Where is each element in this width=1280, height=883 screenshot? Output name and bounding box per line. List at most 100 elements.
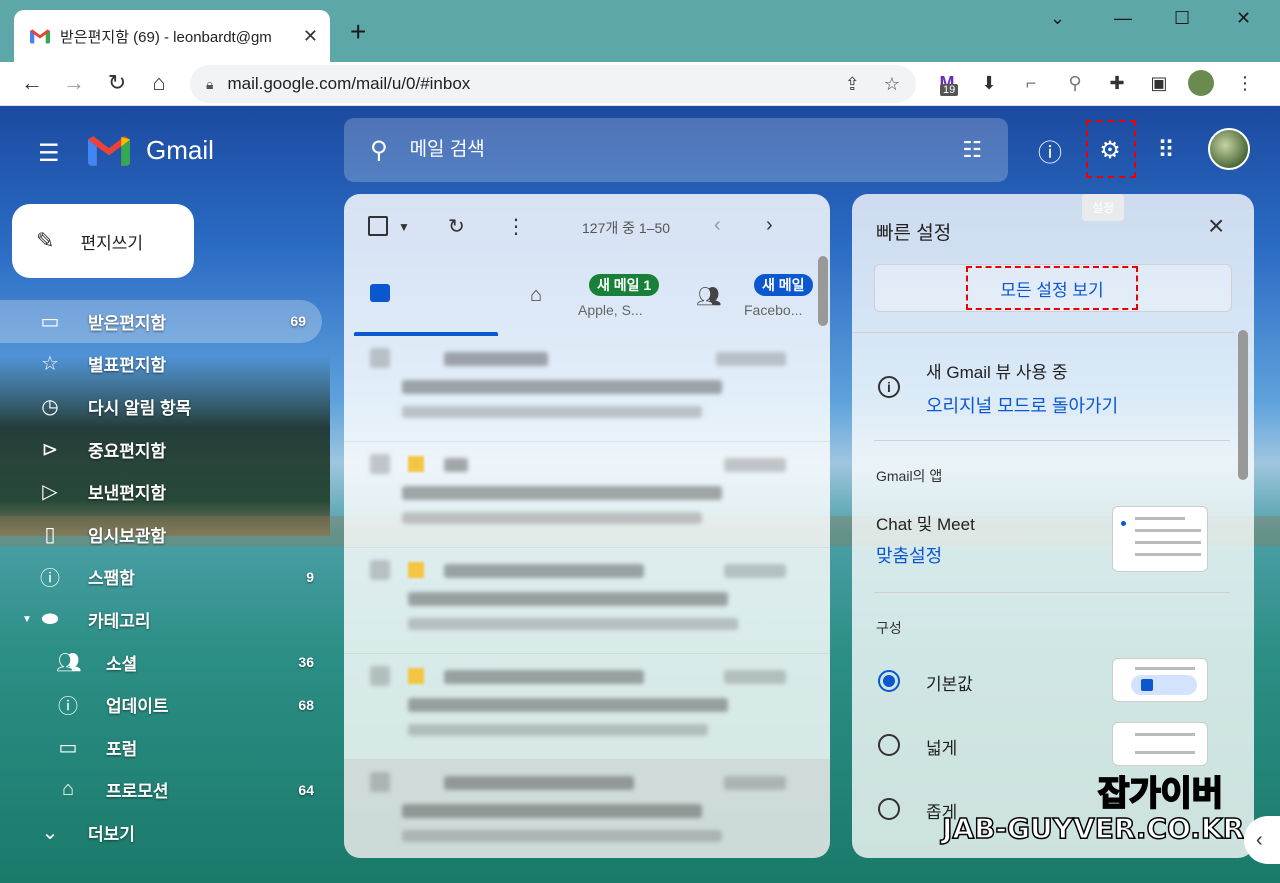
- browser-toolbar: ← → ↻ ⌂ 🔒︎ mail.google.com/mail/u/0/#inb…: [0, 62, 1280, 106]
- side-panel-icon[interactable]: ▣: [1146, 70, 1172, 96]
- sidebar-item-label: 중요편지함: [88, 441, 167, 461]
- divider: [852, 332, 1234, 333]
- apps-grid-icon[interactable]: ⠿: [1150, 134, 1182, 166]
- mail-list-scrollbar[interactable]: [818, 256, 828, 326]
- sidebar-item-label: 소셜: [106, 654, 138, 674]
- sidebar-item-sent[interactable]: ▷ 보낸편지함: [0, 470, 330, 513]
- quick-settings-scrollbar[interactable]: [1238, 330, 1248, 480]
- density-compact-radio[interactable]: [878, 798, 900, 820]
- sidebar-item-label: 스팸함: [88, 569, 135, 589]
- address-bar[interactable]: 🔒︎ mail.google.com/mail/u/0/#inbox ⇪ ☆: [190, 65, 916, 103]
- density-default-thumbnail[interactable]: [1112, 658, 1208, 702]
- sidebar-item-starred[interactable]: ☆ 별표편지함: [0, 343, 330, 386]
- see-all-settings-highlight[interactable]: 모든 설정 보기: [966, 266, 1138, 310]
- spam-icon: ⓘ: [40, 568, 60, 591]
- refresh-icon[interactable]: ↻: [448, 214, 465, 239]
- sidebar-item-updates[interactable]: ⓘ 업데이트 68: [0, 683, 330, 726]
- compose-label: 편지쓰기: [80, 233, 143, 253]
- density-default-radio[interactable]: [878, 670, 900, 692]
- density-comfortable-thumbnail[interactable]: [1112, 722, 1208, 766]
- density-comfortable-radio[interactable]: [878, 734, 900, 756]
- gmail-logo[interactable]: Gmail: [88, 134, 214, 166]
- account-avatar[interactable]: [1208, 128, 1250, 170]
- new-mail-badge: 새 메일 1: [589, 274, 660, 296]
- share-icon[interactable]: ⇪: [845, 74, 860, 95]
- mail-row[interactable]: [344, 548, 830, 654]
- help-icon[interactable]: ⓘ: [1034, 134, 1066, 167]
- sidebar-item-label: 별표편지함: [88, 356, 167, 376]
- revert-original-link[interactable]: 오리지널 모드로 돌아가기: [926, 392, 1118, 418]
- minimize-button[interactable]: —: [1114, 8, 1132, 29]
- sidebar-item-categories[interactable]: ▼ ⬬ 카테고리: [0, 598, 330, 641]
- mail-list-panel: ▼ ↻ ⋮ 127개 중 1–50 ‹ › ⌂ 새 메일 1 Apple, S.…: [344, 194, 830, 858]
- label-icon: ⬬: [41, 607, 59, 630]
- select-dropdown-icon[interactable]: ▼: [398, 220, 410, 234]
- compose-button[interactable]: ✎ 편지쓰기: [12, 204, 194, 278]
- more-options-icon[interactable]: ⋮: [506, 214, 526, 239]
- mail-row[interactable]: [344, 760, 830, 858]
- sidebar-item-promotions[interactable]: ⌂ 프로모션 64: [0, 769, 330, 812]
- gmail-logo-text: Gmail: [146, 134, 214, 165]
- maximize-button[interactable]: ☐: [1174, 8, 1190, 29]
- watermark-english: JAB-GUYVER.CO.KR: [941, 811, 1245, 846]
- profile-avatar-icon[interactable]: [1188, 70, 1214, 96]
- search-icon[interactable]: ⚲: [370, 136, 388, 165]
- mail-row[interactable]: [344, 654, 830, 760]
- bookmark-star-icon[interactable]: ☆: [884, 74, 900, 95]
- density-default-label[interactable]: 기본값: [926, 670, 973, 695]
- sidebar-item-drafts[interactable]: ▯ 임시보관함: [0, 513, 330, 556]
- tab-promotions-senders[interactable]: Apple, S...: [578, 302, 643, 318]
- extension-tag-icon[interactable]: ⚲: [1062, 70, 1088, 96]
- quick-settings-panel: 빠른 설정 × 모든 설정 보기 i 새 Gmail 뷰 사용 중 오리지널 모…: [852, 194, 1254, 858]
- gmail-favicon-icon: [30, 29, 50, 44]
- pencil-icon: ✎: [36, 228, 55, 253]
- sidebar-item-spam[interactable]: ⓘ 스팸함 9: [0, 556, 330, 599]
- send-icon: ▷: [42, 481, 58, 504]
- extension-puzzle-piece-icon[interactable]: ⌐: [1018, 70, 1044, 96]
- density-comfortable-label[interactable]: 넓게: [926, 734, 957, 759]
- tab-social-people-icon[interactable]: 👥︎: [696, 284, 721, 309]
- new-tab-button[interactable]: +: [350, 18, 366, 46]
- gmail-m-icon: [88, 136, 130, 166]
- important-icon: ⊳: [41, 438, 59, 461]
- back-arrow-icon[interactable]: ←: [18, 69, 46, 97]
- sidebar-item-label: 보낸편지함: [88, 484, 167, 504]
- sidebar-item-more[interactable]: ⌄ 더보기: [0, 811, 330, 854]
- divider: [874, 440, 1230, 441]
- browser-menu-icon[interactable]: ⋮: [1232, 70, 1258, 96]
- reload-icon[interactable]: ↻: [103, 69, 131, 97]
- search-options-icon[interactable]: ☷: [962, 137, 982, 163]
- tab-close-icon[interactable]: ✕: [303, 26, 318, 47]
- tab-promotions-tag-icon[interactable]: ⌂: [530, 284, 542, 307]
- tab-search-icon[interactable]: ⌄: [1050, 8, 1065, 29]
- caret-down-icon[interactable]: ▼: [22, 614, 32, 625]
- search-bar[interactable]: ⚲ ☷: [344, 118, 1008, 182]
- lock-icon[interactable]: 🔒︎: [206, 76, 213, 93]
- sidebar-item-forums[interactable]: ▭ 포럼: [0, 726, 330, 769]
- select-all-checkbox[interactable]: [368, 216, 388, 236]
- search-input[interactable]: [409, 139, 963, 161]
- home-icon[interactable]: ⌂: [145, 69, 173, 97]
- sidebar-item-inbox[interactable]: ▭ 받은편지함 69: [0, 300, 322, 343]
- next-page-icon[interactable]: ›: [766, 214, 773, 237]
- mail-list-toolbar: ▼ ↻ ⋮ 127개 중 1–50 ‹ ›: [344, 194, 830, 256]
- previous-page-icon[interactable]: ‹: [714, 214, 721, 237]
- extension-badge: 19: [940, 84, 959, 96]
- draft-icon: ▯: [44, 523, 56, 546]
- mail-row[interactable]: [344, 336, 830, 442]
- close-icon[interactable]: ×: [1208, 212, 1224, 240]
- tab-social-senders[interactable]: Facebo...: [744, 302, 802, 318]
- extension-shield-icon[interactable]: ⬇: [976, 70, 1002, 96]
- tab-primary-inbox-icon[interactable]: [370, 284, 390, 302]
- main-menu-icon[interactable]: ☰: [38, 142, 62, 166]
- sidebar-item-social[interactable]: 👥︎ 소셜 36: [0, 641, 330, 684]
- browser-tab[interactable]: 받은편지함 (69) - leonbardt@gm ✕: [14, 10, 330, 62]
- sidebar-item-important[interactable]: ⊳ 중요편지함: [0, 428, 330, 471]
- close-window-button[interactable]: ✕: [1236, 8, 1251, 29]
- mail-row[interactable]: [344, 442, 830, 548]
- url-text[interactable]: mail.google.com/mail/u/0/#inbox: [227, 74, 820, 94]
- customize-link[interactable]: 맞춤설정: [876, 542, 942, 568]
- sidebar-item-snoozed[interactable]: ◷ 다시 알림 항목: [0, 385, 330, 428]
- forward-arrow-icon[interactable]: →: [60, 69, 88, 97]
- extensions-icon[interactable]: ✚: [1104, 70, 1130, 96]
